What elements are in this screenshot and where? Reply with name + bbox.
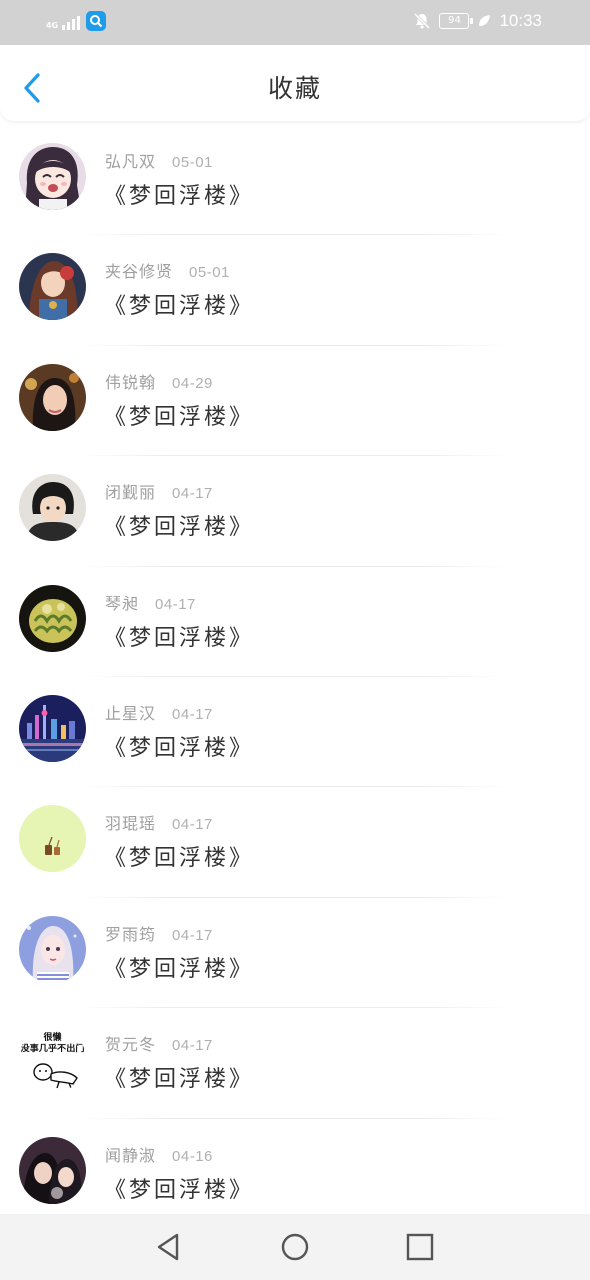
item-meta: 夹谷修贤 05-01 xyxy=(105,258,230,282)
item-title: 《梦回浮楼》 xyxy=(104,625,255,651)
item-title: 《梦回浮楼》 xyxy=(104,735,255,761)
system-nav-bar xyxy=(0,1214,590,1280)
clock: 10:33 xyxy=(499,11,542,30)
list-item[interactable]: 弘凡双 05-01 《梦回浮楼》 xyxy=(0,125,590,236)
page-title: 收藏 xyxy=(267,74,322,103)
battery-icon: 94 xyxy=(439,13,474,29)
user-name: 止星汉 xyxy=(105,703,157,723)
user-name: 贺元冬 xyxy=(105,1035,157,1055)
list-item[interactable]: 夹谷修贤 05-01 《梦回浮楼》 xyxy=(0,235,590,346)
app-header: 收藏 xyxy=(0,45,590,121)
avatar xyxy=(19,143,86,210)
user-name: 琴昶 xyxy=(105,593,140,613)
user-name: 伟锐翰 xyxy=(105,372,157,392)
avatar xyxy=(19,915,86,983)
bell-muted-icon xyxy=(414,12,431,30)
item-date: 04-17 xyxy=(155,595,196,613)
item-meta: 闻静淑 04-16 xyxy=(105,1142,213,1166)
user-name: 弘凡双 xyxy=(105,152,157,171)
item-date: 04-17 xyxy=(172,485,213,503)
item-title: 《梦回浮楼》 xyxy=(104,1067,255,1093)
item-meta: 弘凡双 05-01 xyxy=(105,148,213,172)
user-name: 夹谷修贤 xyxy=(105,262,174,282)
signal-icon: 4G xyxy=(46,12,81,30)
list-item[interactable]: 琴昶 04-17 《梦回浮楼》 xyxy=(0,567,590,677)
nav-recents-button[interactable] xyxy=(404,1231,436,1263)
avatar xyxy=(19,253,86,321)
avatar xyxy=(19,474,86,542)
nav-back-button[interactable] xyxy=(153,1231,185,1263)
user-name: 闻静淑 xyxy=(105,1145,157,1165)
list-item[interactable]: 止星汉 04-17 《梦回浮楼》 xyxy=(0,677,590,788)
list-item[interactable]: 羽琨瑶 04-17 《梦回浮楼》 xyxy=(0,787,590,898)
item-title: 《梦回浮楼》 xyxy=(104,184,255,209)
square-recents-icon xyxy=(406,1233,434,1261)
status-bar: 4G 94 10:33 xyxy=(0,0,590,45)
leaf-icon xyxy=(479,15,491,26)
item-title: 《梦回浮楼》 xyxy=(104,956,255,982)
status-left: 4G xyxy=(46,11,107,31)
item-meta: 闭觐丽 04-17 xyxy=(105,479,213,503)
triangle-back-icon xyxy=(157,1233,179,1261)
item-meta: 罗雨筠 04-17 xyxy=(105,921,213,945)
item-title: 《梦回浮楼》 xyxy=(104,515,255,541)
meme-text-1: 很懒 xyxy=(42,1031,61,1043)
list-item[interactable]: 闭觐丽 04-17 《梦回浮楼》 xyxy=(0,456,590,567)
nav-home-button[interactable] xyxy=(279,1231,311,1263)
item-date: 05-01 xyxy=(189,264,230,282)
favorites-list: 弘凡双 05-01 《梦回浮楼》 夹谷修贤 05-01 《梦回浮楼》 伟锐翰 0… xyxy=(0,125,590,1229)
circle-home-icon xyxy=(281,1233,309,1261)
user-name: 罗雨筠 xyxy=(105,924,157,944)
avatar xyxy=(19,363,86,431)
avatar: 很懒 没事几乎不出门 xyxy=(19,1026,86,1094)
network-type: 4G xyxy=(46,21,59,30)
avatar xyxy=(19,1136,86,1204)
meme-text-2: 没事几乎不出门 xyxy=(21,1043,85,1054)
item-meta: 止星汉 04-17 xyxy=(105,700,213,724)
item-title: 《梦回浮楼》 xyxy=(104,404,255,430)
item-date: 04-17 xyxy=(172,1037,213,1055)
item-date: 04-29 xyxy=(172,374,213,392)
avatar xyxy=(19,584,86,652)
item-date: 05-01 xyxy=(172,154,213,171)
avatar xyxy=(19,694,86,762)
item-date: 04-16 xyxy=(172,1147,213,1165)
item-meta: 羽琨瑶 04-17 xyxy=(105,810,213,834)
list-item[interactable]: 很懒 没事几乎不出门 贺元冬 04-17 《梦回浮楼》 xyxy=(0,1008,590,1119)
avatar xyxy=(19,805,86,873)
user-name: 羽琨瑶 xyxy=(105,814,157,834)
item-date: 04-17 xyxy=(172,705,213,723)
item-meta: 琴昶 04-17 xyxy=(105,590,196,614)
item-date: 04-17 xyxy=(172,816,213,834)
item-meta: 伟锐翰 04-29 xyxy=(105,369,213,393)
user-name: 闭觐丽 xyxy=(105,483,157,503)
item-title: 《梦回浮楼》 xyxy=(104,846,255,872)
item-title: 《梦回浮楼》 xyxy=(104,294,255,320)
item-date: 04-17 xyxy=(172,926,213,944)
list-item[interactable]: 伟锐翰 04-29 《梦回浮楼》 xyxy=(0,346,590,457)
item-meta: 贺元冬 04-17 xyxy=(105,1031,213,1055)
search-app-icon xyxy=(86,11,107,31)
item-title: 《梦回浮楼》 xyxy=(104,1177,255,1203)
battery-level: 94 xyxy=(448,15,461,26)
list-item[interactable]: 罗雨筠 04-17 《梦回浮楼》 xyxy=(0,898,590,1009)
status-right: 94 10:33 xyxy=(413,11,542,31)
list-item[interactable]: 闻静淑 04-16 《梦回浮楼》 xyxy=(0,1119,590,1229)
